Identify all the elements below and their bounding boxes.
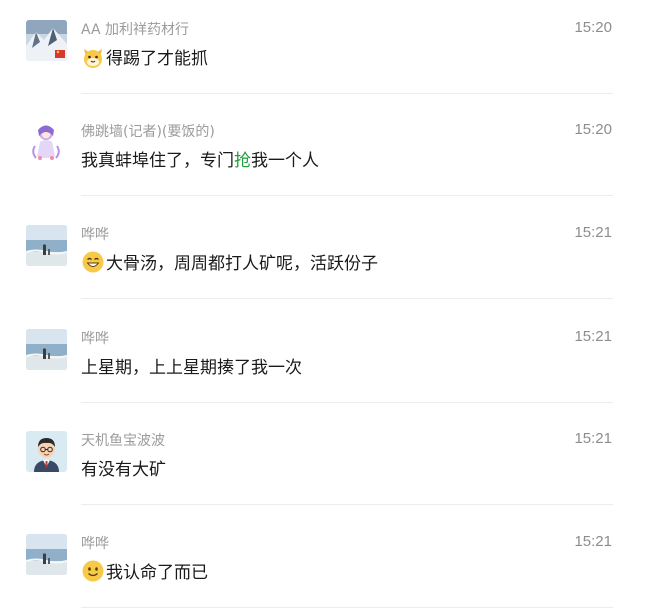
sender-name: 哗哗 <box>81 227 109 243</box>
divider <box>81 607 613 608</box>
message-text: 有没有大矿 <box>81 455 166 480</box>
message-text: 上星期，上上星期揍了我一次 <box>81 353 302 378</box>
avatar[interactable] <box>26 122 67 163</box>
anime-girl-avatar-icon <box>26 122 67 163</box>
message-time: 15:20 <box>574 19 612 36</box>
grin-face-emoji-icon <box>82 251 104 272</box>
avatar[interactable] <box>26 225 67 266</box>
divider <box>81 402 613 403</box>
chat-message[interactable]: 哗哗 15:21 我认命了而已 <box>0 514 651 616</box>
message-time: 15:21 <box>574 533 612 550</box>
message-text-main: 我真蚌埠住了，专门 <box>81 151 234 171</box>
snow-mountain-avatar-icon <box>26 20 67 61</box>
divider <box>81 93 613 94</box>
divider <box>81 504 613 505</box>
sender-name: 哗哗 <box>81 536 109 552</box>
divider <box>81 195 613 196</box>
message-text-main: 我认命了而已 <box>106 563 208 583</box>
message-text: 得踢了才能抓 <box>81 44 208 69</box>
message-text-main: 得踢了才能抓 <box>106 49 208 69</box>
avatar[interactable] <box>26 329 67 370</box>
message-time: 15:20 <box>574 121 612 138</box>
sender-name: AA 加利祥药材行 <box>81 22 189 38</box>
cat-face-emoji-icon <box>84 48 102 68</box>
avatar[interactable] <box>26 534 67 575</box>
message-text-main: 上星期，上上星期揍了我一次 <box>81 358 302 378</box>
chat-message[interactable]: AA 加利祥药材行 15:20 得踢了才能抓 <box>0 0 651 102</box>
message-text-main: 大骨汤，周周都打人矿呢，活跃份子 <box>106 254 378 274</box>
beach-photo-avatar-icon <box>26 225 67 266</box>
chat-message[interactable]: 佛跳墙(记者)(要饭的) 15:20 我真蚌埠住了，专门抢我一个人 <box>0 102 651 204</box>
avatar[interactable] <box>26 431 67 472</box>
sender-name: 天机鱼宝波波 <box>81 433 165 449</box>
message-text: 我认命了而已 <box>81 558 208 583</box>
chat-message[interactable]: 天机鱼宝波波 15:21 有没有大矿 <box>0 411 651 513</box>
beach-photo-avatar-icon <box>26 329 67 370</box>
chat-message[interactable]: 哗哗 15:21 上星期，上上星期揍了我一次 <box>0 309 651 411</box>
message-text: 我真蚌埠住了，专门抢我一个人 <box>81 146 319 171</box>
message-time: 15:21 <box>574 328 612 345</box>
chat-message-list: AA 加利祥药材行 15:20 得踢了才能抓 佛跳墙(记者)(要饭的) 15:2… <box>0 0 651 609</box>
smile-face-emoji-icon <box>82 560 104 581</box>
message-text: 大骨汤，周周都打人矿呢，活跃份子 <box>81 249 378 274</box>
avatar[interactable] <box>26 20 67 61</box>
message-text-main: 有没有大矿 <box>81 460 166 480</box>
cartoon-man-avatar-icon <box>26 431 67 472</box>
sender-name: 佛跳墙(记者)(要饭的) <box>81 124 215 140</box>
message-highlight-link[interactable]: 抢 <box>234 146 251 171</box>
beach-photo-avatar-icon <box>26 534 67 575</box>
divider <box>81 298 613 299</box>
chat-message[interactable]: 哗哗 15:21 大骨汤，周周都打人矿呢，活跃份子 <box>0 205 651 307</box>
message-time: 15:21 <box>574 430 612 447</box>
message-time: 15:21 <box>574 224 612 241</box>
message-text-tail: 我一个人 <box>251 151 319 171</box>
sender-name: 哗哗 <box>81 331 109 347</box>
